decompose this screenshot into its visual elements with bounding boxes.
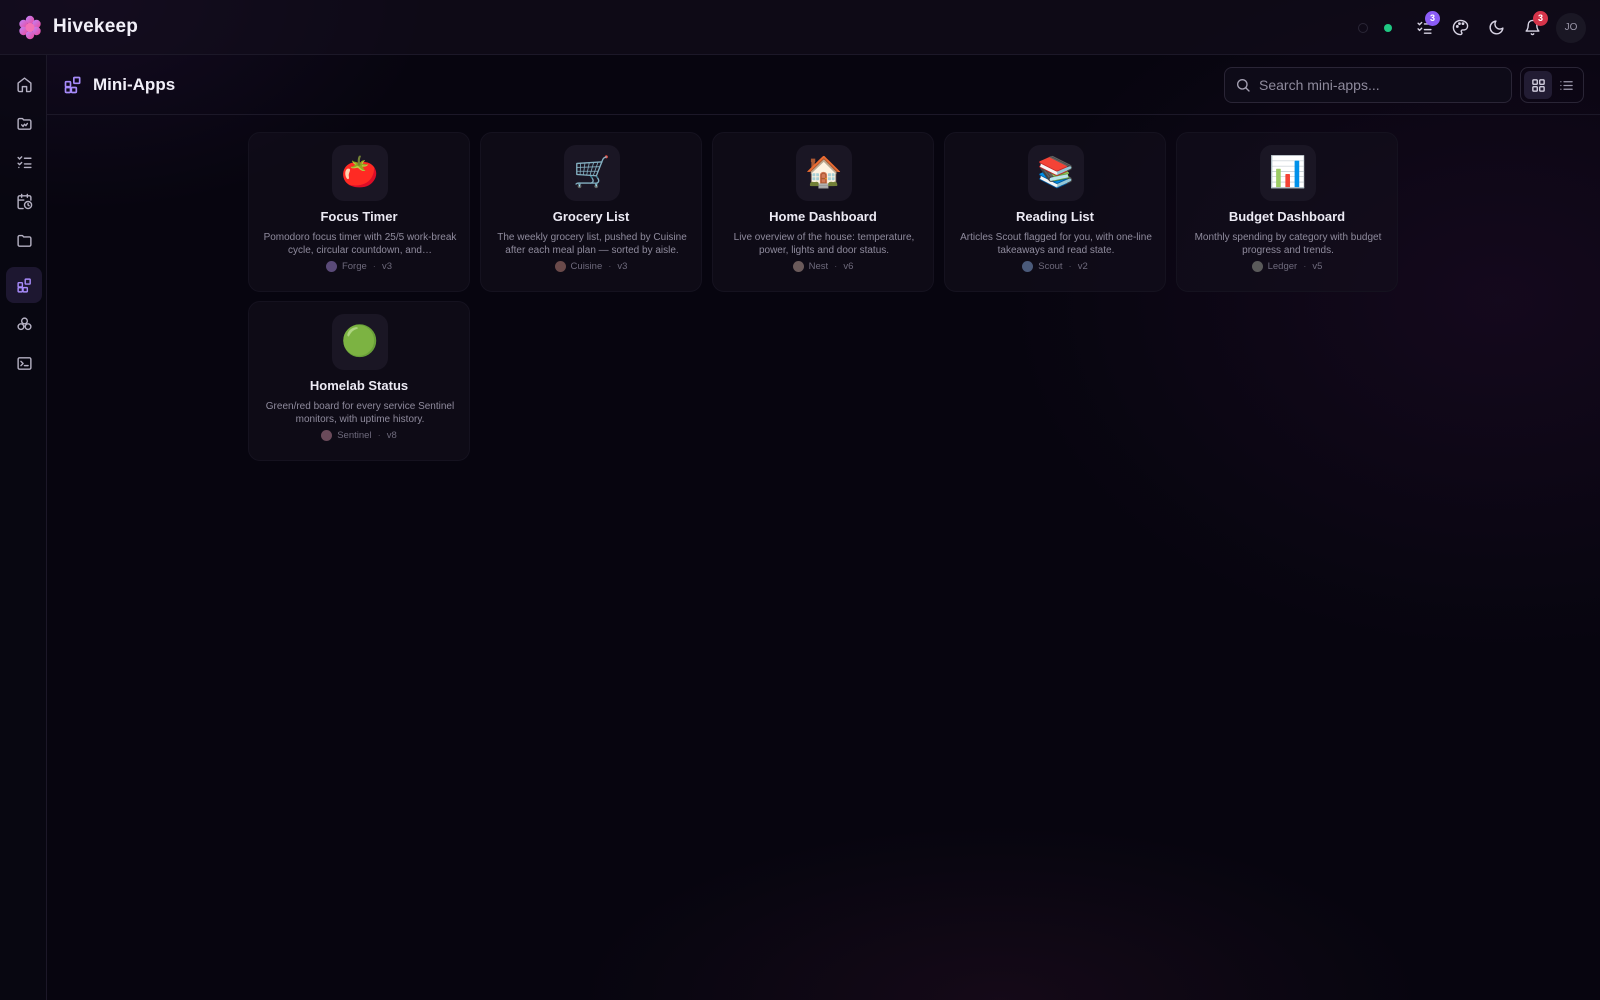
author-avatar (321, 430, 333, 441)
app-title: Homelab Status (309, 378, 409, 393)
app-version: v5 (1312, 261, 1323, 272)
tomato-icon: 🍅 (332, 145, 388, 201)
app-version: v6 (843, 261, 854, 272)
user-avatar[interactable]: JO (1556, 12, 1586, 43)
folder-icon (16, 234, 32, 247)
app-description: Pomodoro focus timer with 25/5 work-brea… (263, 232, 457, 256)
notifications-badge: 3 (1533, 10, 1548, 26)
tasks-button[interactable]: 3 (1406, 10, 1442, 46)
moon-icon (1489, 20, 1504, 35)
app-version: v8 (386, 430, 397, 441)
app-card[interactable]: 🏠 Home Dashboard Live overview of the ho… (712, 132, 934, 292)
terminal-icon (16, 356, 32, 370)
checklist-icon (16, 155, 32, 168)
search-input[interactable] (1259, 77, 1489, 93)
app-version: v3 (381, 261, 393, 272)
app-meta: Sentinel · v8 (249, 430, 469, 441)
sidebar (0, 55, 47, 1000)
meta-separator: · (1068, 261, 1072, 272)
app-author: Forge (341, 261, 367, 272)
search-icon (1237, 79, 1250, 92)
sidebar-item-schedule[interactable] (6, 183, 42, 219)
sidebar-item-terminal[interactable] (6, 345, 42, 381)
app-meta: Ledger · v5 (1177, 261, 1397, 272)
app-description: The weekly grocery list, pushed by Cuisi… (497, 232, 687, 256)
app-title: Focus Timer (320, 209, 398, 224)
app-author: Sentinel (337, 430, 372, 441)
app-meta: Cuisine · v3 (481, 261, 701, 272)
view-toggle (1520, 67, 1584, 103)
list-icon (1559, 80, 1573, 90)
app-meta: Nest · v6 (713, 261, 933, 272)
meta-separator: · (377, 430, 381, 441)
palette-icon (1452, 19, 1468, 36)
author-avatar (792, 261, 804, 272)
app-author: Ledger (1267, 261, 1298, 272)
sidebar-item-files[interactable] (6, 222, 42, 258)
author-avatar (554, 261, 566, 272)
app-description: Green/red board for every service Sentin… (265, 401, 455, 425)
app-version: v3 (617, 261, 628, 272)
page-title: Mini-Apps (93, 75, 176, 94)
page-header: Mini-Apps (47, 55, 1600, 115)
bar-chart-icon: 📊 (1260, 145, 1316, 201)
mini-apps-icon (64, 76, 81, 94)
sidebar-item-inbox[interactable] (6, 105, 42, 141)
author-avatar (325, 261, 337, 272)
sync-indicator-icon (1358, 22, 1368, 33)
calendar-clock-icon (16, 193, 32, 209)
app-version: v2 (1077, 261, 1088, 272)
app-author: Nest (808, 261, 829, 272)
sidebar-item-tasks[interactable] (6, 144, 42, 180)
cluster-icon (16, 316, 32, 330)
app-meta: Forge · v3 (249, 261, 469, 272)
green-circle-icon: 🟢 (332, 314, 388, 370)
tasks-badge: 3 (1425, 10, 1440, 26)
grid-icon (1531, 78, 1545, 92)
meta-separator: · (1303, 261, 1307, 272)
top-actions: 3 3 JO (1350, 0, 1586, 55)
house-icon: 🏠 (796, 145, 852, 201)
app-card[interactable]: 🟢 Homelab Status Green/red board for eve… (248, 301, 470, 461)
search-box[interactable] (1224, 67, 1512, 103)
list-view-button[interactable] (1552, 71, 1580, 99)
app-title: Budget Dashboard (1228, 209, 1346, 224)
app-author: Scout (1038, 261, 1063, 272)
author-avatar (1022, 261, 1034, 272)
meta-separator: · (608, 261, 612, 272)
app-title: Grocery List (552, 209, 630, 224)
app-meta: Scout · v2 (945, 261, 1165, 272)
meta-separator: · (834, 261, 838, 272)
app-description: Live overview of the house: temperature,… (733, 232, 915, 256)
app-title: Reading List (1015, 209, 1094, 224)
app-title: Home Dashboard (769, 209, 877, 224)
app-description: Articles Scout flagged for you, with one… (960, 232, 1152, 256)
inbox-icon (16, 117, 32, 130)
sidebar-item-home[interactable] (6, 66, 42, 102)
theme-palette-button[interactable] (1442, 10, 1478, 46)
page-title-group: Mini-Apps (63, 55, 175, 115)
app-name: Hivekeep (53, 16, 139, 37)
app-card[interactable]: 🍅 Focus Timer Pomodoro focus timer with … (248, 132, 470, 292)
author-avatar (1251, 261, 1263, 272)
top-bar: Hivekeep 3 3 JO (0, 0, 1600, 55)
app-author: Cuisine (570, 261, 603, 272)
app-description: Monthly spending by category with budget… (1194, 232, 1382, 256)
shopping-cart-icon: 🛒 (564, 145, 620, 201)
books-icon: 📚 (1028, 145, 1084, 201)
brand[interactable]: Hivekeep (17, 14, 138, 40)
grid-plus-icon (16, 277, 31, 293)
notifications-button[interactable]: 3 (1514, 10, 1550, 46)
app-card[interactable]: 📚 Reading List Articles Scout flagged fo… (944, 132, 1166, 292)
online-status-icon (1384, 23, 1392, 32)
app-card[interactable]: 📊 Budget Dashboard Monthly spending by c… (1176, 132, 1398, 292)
hive-logo-icon (19, 15, 41, 40)
meta-separator: · (372, 261, 376, 272)
sidebar-item-mini-apps[interactable] (6, 267, 42, 303)
home-icon (16, 76, 32, 92)
grid-view-button[interactable] (1524, 71, 1552, 99)
app-card[interactable]: 🛒 Grocery List The weekly grocery list, … (480, 132, 702, 292)
dark-mode-toggle[interactable] (1478, 10, 1514, 46)
sidebar-item-agents[interactable] (6, 306, 42, 342)
